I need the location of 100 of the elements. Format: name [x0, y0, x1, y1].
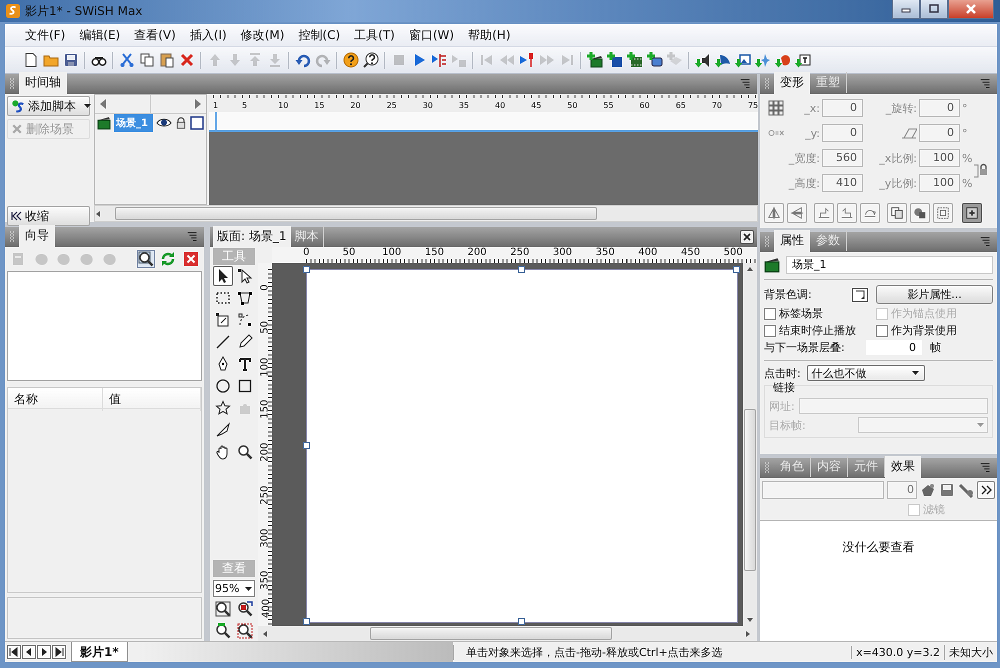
play-marker-icon[interactable]	[518, 52, 535, 68]
resize-handle[interactable]	[518, 266, 525, 273]
panel-tab[interactable]: 时间轴	[19, 72, 67, 94]
menu-item[interactable]: 编辑(E)	[73, 24, 126, 46]
menu-item[interactable]: 工具(T)	[348, 24, 401, 46]
menu-item[interactable]: 控制(C)	[292, 24, 346, 46]
menu-item[interactable]: 插入(I)	[184, 24, 233, 46]
resize-handle[interactable]	[518, 618, 525, 625]
number-field[interactable]: 0	[866, 340, 922, 355]
copy-icon[interactable]	[138, 52, 155, 68]
skip-end-icon[interactable]	[52, 645, 66, 659]
document-tab[interactable]: 影片1*	[71, 642, 128, 662]
checkbox[interactable]	[764, 308, 776, 320]
minimize-button[interactable]	[892, 0, 920, 19]
url-field[interactable]	[798, 398, 988, 414]
menu-item[interactable]: 查看(V)	[128, 24, 182, 46]
text-box-down-arrow-icon[interactable]	[794, 52, 811, 68]
help-search-icon[interactable]	[362, 52, 379, 68]
flip-vertical-icon[interactable]	[787, 203, 807, 223]
film-plus-icon[interactable]	[626, 52, 643, 68]
panel-tab[interactable]: 向导	[19, 225, 55, 247]
merge-icon[interactable]	[910, 203, 930, 223]
number-field[interactable]: 560	[822, 149, 863, 167]
image-down-arrow-icon[interactable]	[734, 52, 751, 68]
scroll-right-icon[interactable]	[194, 98, 202, 110]
scroll-left-icon[interactable]	[99, 98, 107, 110]
fit-icon[interactable]	[933, 203, 953, 223]
count-field[interactable]: 0	[887, 481, 917, 499]
cube-plus-icon[interactable]	[606, 52, 623, 68]
scrollbar[interactable]	[258, 626, 757, 641]
button-shape-plus-icon[interactable]	[646, 52, 663, 68]
resize-handle[interactable]	[733, 266, 740, 273]
maximize-button[interactable]	[920, 0, 948, 19]
snap-icon[interactable]	[962, 203, 982, 223]
checkbox[interactable]	[764, 324, 776, 336]
rotate-half-icon[interactable]	[860, 203, 880, 223]
grip-icon[interactable]	[763, 461, 771, 475]
number-field[interactable]: 0	[822, 99, 863, 117]
grip-icon[interactable]	[8, 230, 16, 244]
paste-icon[interactable]	[158, 52, 175, 68]
search-icon[interactable]	[136, 250, 155, 268]
previous-icon[interactable]	[22, 645, 36, 659]
cut-icon[interactable]	[118, 52, 135, 68]
color-picker[interactable]	[852, 288, 868, 302]
menu-item[interactable]: 窗口(W)	[402, 24, 460, 46]
rotate-right-icon[interactable]	[814, 203, 834, 223]
undo-icon[interactable]	[294, 52, 311, 68]
expand-button[interactable]	[977, 481, 995, 499]
panel-tab[interactable]: 变形	[774, 72, 810, 94]
scrollbar[interactable]	[94, 205, 758, 222]
number-field[interactable]: 0	[822, 124, 863, 142]
menu-item[interactable]: 帮助(H)	[462, 24, 516, 46]
add-script-button[interactable]: 添加脚本	[7, 96, 90, 116]
next-icon[interactable]	[37, 645, 51, 659]
zoom-fit-icon[interactable]	[235, 621, 255, 641]
pointer-icon[interactable]	[213, 266, 233, 286]
resize-handle[interactable]	[303, 618, 310, 625]
close-button[interactable]	[948, 0, 994, 19]
number-field[interactable]: 100	[919, 174, 960, 192]
resize-handle[interactable]	[303, 442, 310, 449]
name-field[interactable]: 场景_1	[786, 256, 993, 274]
registration-grid-icon[interactable]	[768, 100, 784, 116]
clapper-plus-icon[interactable]	[586, 52, 603, 68]
tools-icon[interactable]	[958, 482, 974, 498]
number-field[interactable]: 0	[919, 124, 960, 142]
collapse-button[interactable]: 收缩	[7, 206, 90, 226]
help-icon[interactable]	[342, 52, 359, 68]
save-icon[interactable]	[62, 52, 79, 68]
delete-icon[interactable]	[178, 52, 195, 68]
outline-square-icon[interactable]	[190, 116, 204, 130]
sparkle-down-arrow-icon[interactable]	[754, 52, 771, 68]
number-field[interactable]: 100	[919, 149, 960, 167]
zoom-area-icon[interactable]	[213, 599, 233, 619]
star-icon[interactable]	[213, 398, 233, 418]
resize-handle[interactable]	[303, 266, 310, 273]
grip-icon[interactable]	[763, 77, 771, 91]
number-field[interactable]: 410	[822, 174, 863, 192]
panel-tab[interactable]: 属性	[774, 230, 810, 252]
menu-item[interactable]: 修改(M)	[234, 24, 290, 46]
panel-tab[interactable]: 版面: 场景_1	[213, 226, 290, 247]
copy-icon[interactable]	[887, 203, 907, 223]
subselect-pointer-icon[interactable]	[235, 266, 255, 286]
grip-icon[interactable]	[8, 77, 16, 91]
skip-start-icon[interactable]	[7, 645, 21, 659]
lock-icon[interactable]	[175, 116, 187, 130]
action-dropdown[interactable]: 什么也不做	[806, 365, 925, 381]
save-icon[interactable]	[939, 482, 955, 498]
checkbox[interactable]	[876, 324, 888, 336]
effect-name-field[interactable]	[762, 481, 884, 499]
rotate-left-icon[interactable]	[837, 203, 857, 223]
number-field[interactable]: 0	[919, 99, 960, 117]
menu-item[interactable]: 文件(F)	[19, 24, 72, 46]
scrollbar[interactable]	[743, 263, 757, 626]
zoom-dropdown[interactable]: 95%	[213, 580, 255, 597]
grip-icon[interactable]	[763, 235, 771, 249]
close-icon[interactable]	[740, 230, 754, 244]
panel-tab[interactable]: 效果	[885, 456, 921, 478]
movie-properties-button[interactable]: 影片属性...	[876, 285, 993, 304]
play-frame-icon[interactable]	[430, 52, 447, 68]
speaker-down-arrow-icon[interactable]	[694, 52, 711, 68]
